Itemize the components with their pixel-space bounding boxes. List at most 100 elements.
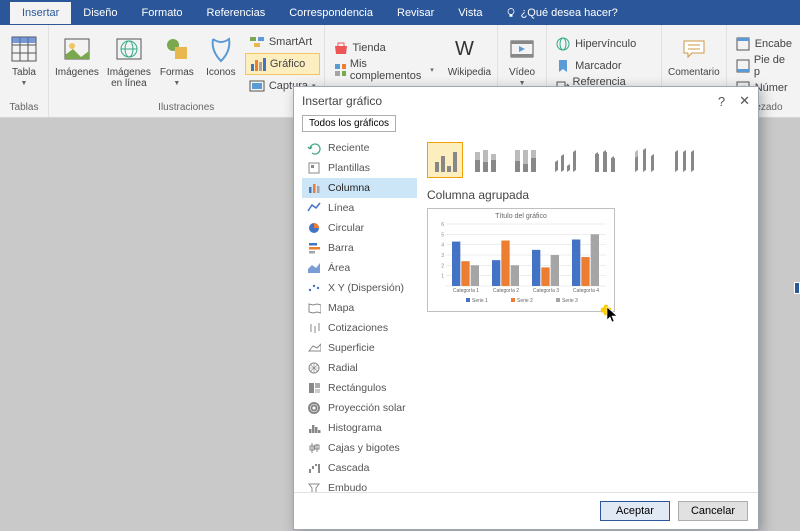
tab-revisar[interactable]: Revisar — [385, 2, 446, 24]
hipervinculo-button[interactable]: Hipervínculo — [551, 33, 657, 55]
addins-icon — [333, 62, 346, 78]
group-ilustraciones-label: Ilustraciones — [158, 100, 214, 115]
tab-correspondencia[interactable]: Correspondencia — [277, 2, 385, 24]
preview-title: Título del gráfico — [432, 213, 610, 220]
numero-label: Númer — [755, 82, 788, 94]
chart-type-cajas-y-bigotes[interactable]: Cajas y bigotes — [302, 438, 417, 458]
chart-type-label: Columna — [328, 182, 370, 194]
chart-type-barra[interactable]: Barra — [302, 238, 417, 258]
iconos-button[interactable]: Iconos — [201, 31, 241, 80]
chart-type-circular[interactable]: Circular — [302, 218, 417, 238]
formas-label: Formas — [160, 67, 194, 78]
subtype-icon — [509, 144, 541, 176]
chart-type--rea[interactable]: Área — [302, 258, 417, 278]
svg-text:1: 1 — [441, 274, 444, 280]
wikipedia-label: Wikipedia — [448, 67, 491, 78]
tab-vista[interactable]: Vista — [446, 2, 494, 24]
subtype-icon — [549, 144, 581, 176]
tab-insertar[interactable]: Insertar — [10, 2, 71, 24]
chart-type-mapa[interactable]: Mapa — [302, 298, 417, 318]
chart-type-embudo[interactable]: Embudo — [302, 478, 417, 492]
ribbon-tabs: Insertar Diseño Formato Referencias Corr… — [0, 0, 800, 25]
smartart-button[interactable]: SmartArt — [245, 31, 320, 53]
table-icon — [10, 33, 38, 65]
dialog-titlebar: Insertar gráfico ? ✕ — [294, 87, 758, 115]
chart-type-icon — [306, 321, 322, 335]
chart-type-histograma[interactable]: Histograma — [302, 418, 417, 438]
chart-type-radial[interactable]: Radial — [302, 358, 417, 378]
video-icon — [508, 33, 536, 65]
chart-type-icon — [306, 401, 322, 415]
tab-formato[interactable]: Formato — [130, 2, 195, 24]
encabezado-button[interactable]: Encabe — [731, 33, 796, 55]
chart-type-label: X Y (Dispersión) — [328, 282, 404, 294]
dialog-title-text: Insertar gráfico — [302, 94, 382, 108]
help-button[interactable]: ? — [718, 94, 725, 109]
column-subtype-4[interactable] — [587, 142, 623, 178]
video-button[interactable]: Vídeo ▼ — [502, 31, 542, 89]
chart-type-icon — [306, 281, 322, 295]
group-tablas-label: Tablas — [10, 100, 39, 115]
tell-me-label: ¿Qué desea hacer? — [521, 7, 618, 19]
chart-type-label: Cajas y bigotes — [328, 442, 400, 454]
subtype-icon — [469, 144, 501, 176]
chart-type-plantillas[interactable]: Plantillas — [302, 158, 417, 178]
tab-diseno[interactable]: Diseño — [71, 2, 129, 24]
imagenes-button[interactable]: Imágenes — [53, 31, 101, 80]
tell-me-search[interactable]: ¿Qué desea hacer? — [505, 7, 618, 19]
tab-referencias[interactable]: Referencias — [195, 2, 278, 24]
insert-chart-dialog: Insertar gráfico ? ✕ Todos los gráficos … — [293, 86, 759, 530]
chart-type-label: Cotizaciones — [328, 322, 388, 334]
chevron-down-icon: ▾ — [430, 66, 434, 74]
marcador-button[interactable]: Marcador — [551, 55, 657, 77]
chart-type-columna[interactable]: Columna — [302, 178, 417, 198]
chart-type-cotizaciones[interactable]: Cotizaciones — [302, 318, 417, 338]
chart-type-label: Línea — [328, 202, 354, 214]
chart-type-rect-ngulos[interactable]: Rectángulos — [302, 378, 417, 398]
tabla-button[interactable]: Tabla ▼ — [4, 31, 44, 89]
chart-type-label: Proyección solar — [328, 402, 406, 414]
grafico-button[interactable]: Gráfico — [245, 53, 320, 75]
chart-subtype-row — [427, 138, 750, 188]
mis-complementos-button[interactable]: Mis complementos ▾ — [329, 59, 438, 81]
cancel-button[interactable]: Cancelar — [678, 501, 748, 521]
chart-type-label: Barra — [328, 242, 354, 254]
image-icon — [63, 33, 91, 65]
chevron-down-icon: ▼ — [21, 80, 28, 87]
chart-type-reciente[interactable]: Reciente — [302, 138, 417, 158]
chart-icon — [250, 56, 266, 72]
chart-type-cascada[interactable]: Cascada — [302, 458, 417, 478]
imagenes-en-linea-button[interactable]: Imágenes en línea — [105, 31, 153, 91]
chart-type-x-y-dispersi-n-[interactable]: X Y (Dispersión) — [302, 278, 417, 298]
svg-text:Serie 1: Serie 1 — [472, 298, 488, 304]
ok-button[interactable]: Aceptar — [600, 501, 670, 521]
chart-type-icon — [306, 141, 322, 155]
chart-subtype-title: Columna agrupada — [427, 188, 750, 202]
column-subtype-5[interactable] — [627, 142, 663, 178]
column-subtype-6[interactable] — [667, 142, 703, 178]
column-subtype-1[interactable] — [467, 142, 503, 178]
svg-text:4: 4 — [441, 243, 444, 249]
formas-button[interactable]: Formas ▼ — [157, 31, 197, 89]
chart-type-label: Rectángulos — [328, 382, 386, 394]
chart-type-label: Reciente — [328, 142, 369, 154]
chart-type-superficie[interactable]: Superficie — [302, 338, 417, 358]
chart-type-proyecci-n-solar[interactable]: Proyección solar — [302, 398, 417, 418]
pie-button[interactable]: Pie de p — [731, 55, 796, 77]
svg-text:Categoría 1: Categoría 1 — [453, 288, 479, 294]
column-subtype-2[interactable] — [507, 142, 543, 178]
chart-preview[interactable]: Título del gráfico 123456Categoría 1Cate… — [427, 208, 615, 312]
icons-icon — [207, 33, 235, 65]
svg-text:6: 6 — [441, 222, 444, 228]
chart-type-label: Mapa — [328, 302, 354, 314]
comentario-button[interactable]: Comentario — [666, 31, 722, 80]
tienda-button[interactable]: Tienda — [329, 37, 438, 59]
svg-text:Serie 3: Serie 3 — [562, 298, 578, 304]
column-subtype-3[interactable] — [547, 142, 583, 178]
column-subtype-0[interactable] — [427, 142, 463, 178]
svg-text:W: W — [455, 39, 474, 59]
chart-type-l-nea[interactable]: Línea — [302, 198, 417, 218]
wikipedia-button[interactable]: W Wikipedia — [446, 31, 493, 80]
close-button[interactable]: ✕ — [739, 93, 750, 109]
dialog-tab-all-charts[interactable]: Todos los gráficos — [302, 115, 396, 132]
